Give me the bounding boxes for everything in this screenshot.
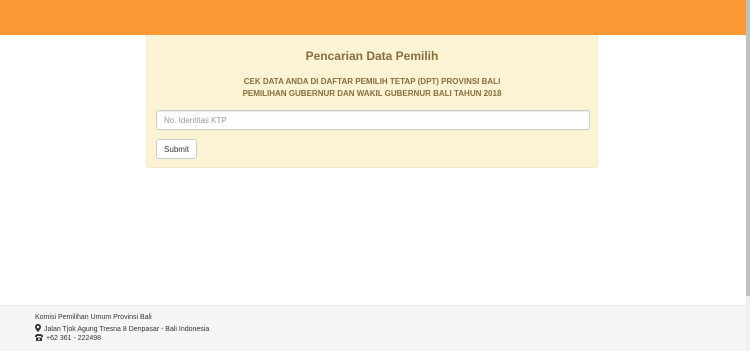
scrollbar-thumb[interactable] bbox=[746, 0, 750, 296]
top-navbar bbox=[0, 0, 746, 35]
submit-button[interactable]: Submit bbox=[156, 139, 197, 159]
scrollbar-track[interactable] bbox=[746, 0, 750, 351]
footer-phone: +62 361 - 222498 bbox=[35, 334, 101, 343]
footer-org-name: Komisi Pemilihan Umum Provinsi Bali bbox=[35, 314, 152, 321]
map-marker-icon bbox=[35, 324, 41, 334]
footer: Komisi Pemilihan Umum Provinsi Bali Jala… bbox=[0, 305, 746, 351]
search-panel: Pencarian Data Pemilih CEK DATA ANDA DI … bbox=[146, 35, 598, 168]
footer-phone-text: +62 361 - 222498 bbox=[46, 335, 102, 342]
panel-subtitle-line1: CEK DATA ANDA DI DAFTAR PEMILIH TETAP (D… bbox=[243, 77, 501, 86]
footer-address-text: Jalan Tjok Agung Tresna 8 Denpasar - Bal… bbox=[44, 325, 210, 333]
footer-address: Jalan Tjok Agung Tresna 8 Denpasar - Bal… bbox=[35, 324, 209, 334]
phone-icon bbox=[35, 334, 43, 343]
panel-subtitle-line2: PEMILIHAN GUBERNUR DAN WAKIL GUBERNUR BA… bbox=[242, 89, 502, 98]
ktp-number-input[interactable] bbox=[156, 110, 590, 130]
panel-title: Pencarian Data Pemilih bbox=[305, 49, 439, 63]
